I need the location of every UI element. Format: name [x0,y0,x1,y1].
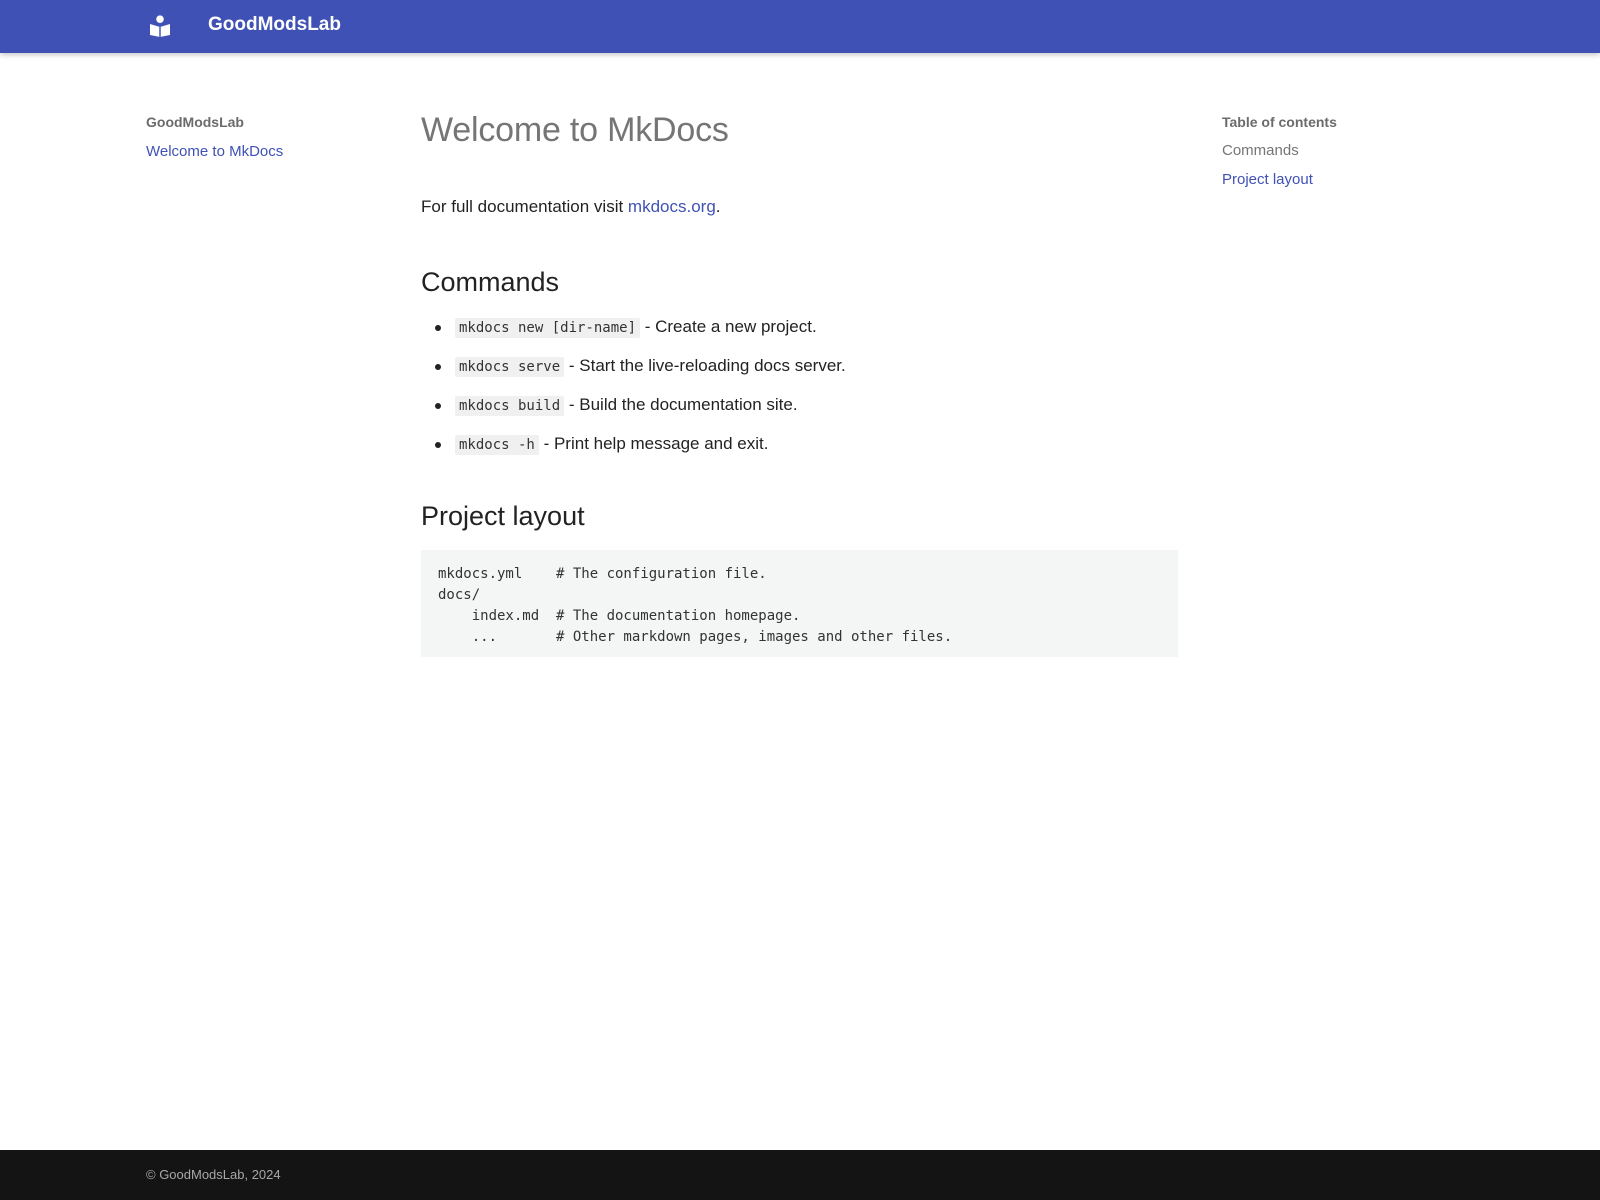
list-bullet [435,403,441,409]
table-of-contents: Table of contents Commands Project layou… [1222,112,1482,199]
sidebar-title: GoodModsLab [146,114,244,130]
command-item: mkdocs -h - Print help message and exit. [435,431,1179,458]
page: GoodModsLab GoodModsLab Welcome to MkDoc… [0,0,1600,1200]
command-code: mkdocs serve [455,357,565,377]
command-item: mkdocs serve - Start the live-reloading … [435,353,1179,380]
command-item: mkdocs new [dir-name] - Create a new pro… [435,314,1179,341]
list-bullet [435,364,441,370]
command-description: - Build the documentation site. [564,395,798,414]
list-bullet [435,442,441,448]
command-description: - Create a new project. [640,317,817,336]
project-layout-code-block: mkdocs.yml # The configuration file. doc… [421,550,1178,657]
command-code: mkdocs build [455,396,565,416]
toc-item-commands[interactable]: Commands [1222,141,1482,161]
command-item: mkdocs build - Build the documentation s… [435,392,1179,419]
mkdocs-link[interactable]: mkdocs.org [628,197,716,216]
book-reader-icon[interactable] [150,15,170,37]
page-footer: © GoodModsLab, 2024 [0,1150,1600,1200]
footer-copyright: © GoodModsLab, 2024 [146,1167,281,1182]
top-header: GoodModsLab [0,0,1600,53]
command-code: mkdocs new [dir-name] [455,318,641,338]
command-code: mkdocs -h [455,435,539,455]
site-navigation: GoodModsLab Welcome to MkDocs [146,112,386,162]
commands-list: mkdocs new [dir-name] - Create a new pro… [421,314,1179,458]
page-title: Welcome to MkDocs [421,111,729,149]
list-bullet [435,325,441,331]
intro-paragraph: For full documentation visit mkdocs.org. [421,194,1179,220]
sidebar-item-welcome[interactable]: Welcome to MkDocs [146,142,386,162]
toc-title: Table of contents [1222,114,1337,130]
intro-suffix: . [715,197,721,216]
site-name[interactable]: GoodModsLab [208,13,341,37]
command-description: - Print help message and exit. [538,434,769,453]
command-description: - Start the live-reloading docs server. [564,356,846,375]
main-content: Welcome to MkDocs For full documentation… [421,106,1179,657]
commands-heading: Commands [421,267,560,297]
project-layout-heading: Project layout [421,501,585,531]
intro-text: For full documentation visit [421,197,628,216]
toc-item-project-layout[interactable]: Project layout [1222,170,1482,190]
